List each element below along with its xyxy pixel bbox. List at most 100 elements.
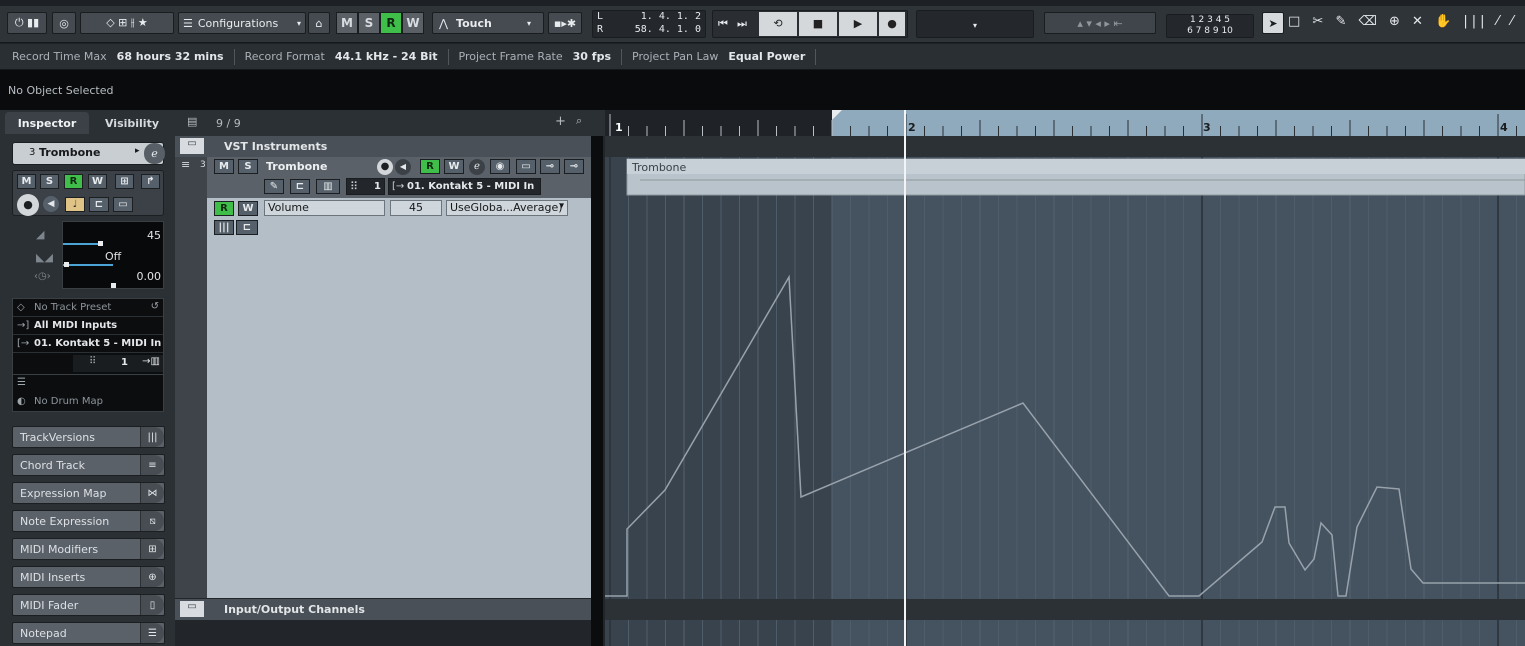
track-edit-icon[interactable]: ✎ <box>264 179 284 194</box>
tracklist-scrollbar[interactable] <box>591 136 603 646</box>
tab-inspector[interactable]: Inspector <box>5 112 89 134</box>
reset-icon[interactable]: ↺ <box>151 301 159 312</box>
edit-instrument-icon[interactable]: ℯ <box>144 143 165 164</box>
midi-input-row[interactable]: →] All MIDI Inputs <box>13 318 163 335</box>
stop-icon[interactable]: ■ <box>799 12 837 36</box>
track-sends-icon[interactable]: ⊸ <box>564 159 584 174</box>
object-selection-icon[interactable]: ➤ <box>1262 12 1284 34</box>
power-icon[interactable]: ⏻ ▮▮ <box>7 12 47 34</box>
section-note-expression[interactable]: Note Expression ⧅ <box>12 510 165 532</box>
track-channel-field[interactable]: ⠿ 1 <box>346 178 385 195</box>
track-inserts-icon[interactable]: ⊸ <box>540 159 560 174</box>
global-solo-button[interactable]: S <box>358 12 380 34</box>
track-list-name[interactable]: Trombone <box>266 160 327 173</box>
go-to-end-icon[interactable]: ⏭ <box>737 17 747 31</box>
info-value[interactable]: Equal Power <box>728 50 805 63</box>
nudge-icon[interactable]: ▪▸✱ <box>548 12 582 34</box>
folder-icon[interactable]: ▭ <box>180 138 204 154</box>
track-name-field[interactable]: 3 Trombone ▸ ℯ <box>12 142 165 165</box>
automation-mode-dropdown[interactable]: ⋀ Touch ▾ <box>432 12 544 34</box>
global-read-button[interactable]: R <box>380 12 402 34</box>
track-preset-row[interactable]: ◇ No Track Preset ↺ <box>13 300 163 317</box>
monitor-icon[interactable]: ◀ <box>43 196 59 212</box>
auto-lock-icon[interactable]: ⊏ <box>236 220 258 235</box>
section-chord-track[interactable]: Chord Track ≡ <box>12 454 165 476</box>
go-to-start-icon[interactable]: ⏮ <box>718 17 728 31</box>
pan-handle[interactable] <box>64 262 69 267</box>
section-midi-inserts[interactable]: MIDI Inserts ⊕ <box>12 566 165 588</box>
edit-icon[interactable]: ⊞ <box>115 174 134 189</box>
record-enable-icon[interactable]: ● <box>377 159 393 175</box>
nudge-buttons[interactable]: ▴ ▾ ◂ ▸ ⇤ <box>1044 12 1156 34</box>
fader-area[interactable]: 45 Off 0.00 <box>62 221 164 289</box>
midi-track-row[interactable]: ≡ 3 M S Trombone ● ◀ R W ℯ ◉ ▭ ⊸ ⊸ ✎ ⊏ ▥… <box>175 157 591 198</box>
track-output-field[interactable]: [→ 01. Kontakt 5 - MIDI In <box>388 178 541 195</box>
track-lanes-icon[interactable]: ▭ <box>516 159 536 174</box>
markers-display[interactable]: 1 2 3 4 5 6 7 8 9 10 <box>1166 14 1254 38</box>
midi-output-icon[interactable]: ↱ <box>141 174 160 189</box>
track-midi-icon[interactable]: ◉ <box>490 159 510 174</box>
list-icon: ☰ <box>183 16 193 30</box>
configurations-dropdown[interactable]: ☰ Configurations ▾ <box>178 12 306 34</box>
pan-slider[interactable] <box>63 264 113 266</box>
track-mute-button[interactable]: M <box>214 159 234 174</box>
search-icon[interactable]: ⌕ <box>576 114 582 128</box>
info-value[interactable]: 68 hours 32 mins <box>117 50 224 63</box>
section-midi-fader[interactable]: MIDI Fader ▯ <box>12 594 165 616</box>
lock-icon[interactable]: ⊏ <box>89 197 109 212</box>
track-lock-icon[interactable]: ⊏ <box>290 179 310 194</box>
window-layout-icon[interactable]: ◇ ⊞ ⫲ ★ <box>80 12 174 34</box>
channel-row[interactable]: ⠿ 1 →▥ <box>73 355 163 372</box>
section-midi-modifiers[interactable]: MIDI Modifiers ⊞ <box>12 538 165 560</box>
marker-dropdown[interactable]: ▾ <box>916 10 1034 38</box>
track-write-button[interactable]: W <box>444 159 464 174</box>
list-icon[interactable]: ▤ <box>187 115 197 128</box>
info-value[interactable]: 44.1 kHz - 24 Bit <box>335 50 438 63</box>
auto-mode-dropdown[interactable]: UseGloba...Average) ▾ <box>446 200 568 216</box>
lanes-icon[interactable]: ▭ <box>113 197 133 212</box>
tab-visibility[interactable]: Visibility <box>92 112 172 134</box>
global-mute-button[interactable]: M <box>336 12 358 34</box>
auto-param-dropdown[interactable]: Volume <box>264 200 385 216</box>
solo-button[interactable]: S <box>40 174 59 189</box>
tool-icons[interactable]: □ ✂ ✎ ⌫ ⊕ ✕ ✋ ||| ⁄ ⁄ 🔈 <box>1288 14 1525 29</box>
track-lanes-icon[interactable]: ▥ <box>316 179 340 194</box>
instrument-icon[interactable]: →▥ <box>142 356 160 367</box>
folder-track-vst[interactable]: ▭ VST Instruments <box>175 136 591 157</box>
volume-handle[interactable] <box>98 241 103 246</box>
arrange-canvas[interactable]: 1 2 3 4 Trombone <box>605 110 1525 646</box>
auto-read-button[interactable]: R <box>214 201 234 216</box>
locator-display[interactable]: L 1. 4. 1. 2 R 58. 4. 1. 0 <box>592 10 706 38</box>
cycle-icon[interactable]: ⟲ <box>759 12 797 36</box>
record-enable-icon[interactable]: ● <box>17 194 39 216</box>
edit-instrument-icon[interactable]: ℯ <box>469 159 485 175</box>
write-button[interactable]: W <box>88 174 107 189</box>
auto-show-icon[interactable]: ||| <box>214 220 234 235</box>
volume-slider[interactable] <box>63 243 103 245</box>
add-track-icon[interactable]: + <box>555 114 566 129</box>
section-notepad[interactable]: Notepad ☰ <box>12 622 165 644</box>
home-icon[interactable]: ⌂ <box>308 12 330 34</box>
info-value[interactable]: 30 fps <box>573 50 611 63</box>
read-button[interactable]: R <box>64 174 83 189</box>
constrain-delay-icon[interactable]: ◎ <box>52 12 76 34</box>
folder-track-io[interactable]: ▭ Input/Output Channels <box>175 599 591 620</box>
section-trackversions[interactable]: TrackVersions ||| <box>12 426 165 448</box>
auto-value-field[interactable]: 45 <box>390 200 442 216</box>
auto-write-button[interactable]: W <box>238 201 258 216</box>
folder-icon[interactable]: ▭ <box>180 601 204 617</box>
global-write-button[interactable]: W <box>402 12 424 34</box>
cycle-range[interactable] <box>832 110 1525 136</box>
delay-handle[interactable] <box>111 283 116 288</box>
section-expression-map[interactable]: Expression Map ⋈ <box>12 482 165 504</box>
volume-meter-icon: ◢ <box>36 228 45 241</box>
notepad-small-icon[interactable]: ☰ <box>17 377 26 388</box>
timebase-icon[interactable]: ♩ <box>65 197 85 212</box>
track-solo-button[interactable]: S <box>238 159 258 174</box>
record-icon[interactable]: ● <box>879 12 905 36</box>
monitor-icon[interactable]: ◀ <box>395 159 411 175</box>
track-read-button[interactable]: R <box>420 159 440 174</box>
midi-output-row[interactable]: [→ 01. Kontakt 5 - MIDI In <box>13 336 163 353</box>
play-icon[interactable]: ▶ <box>839 12 877 36</box>
mute-button[interactable]: M <box>17 174 36 189</box>
